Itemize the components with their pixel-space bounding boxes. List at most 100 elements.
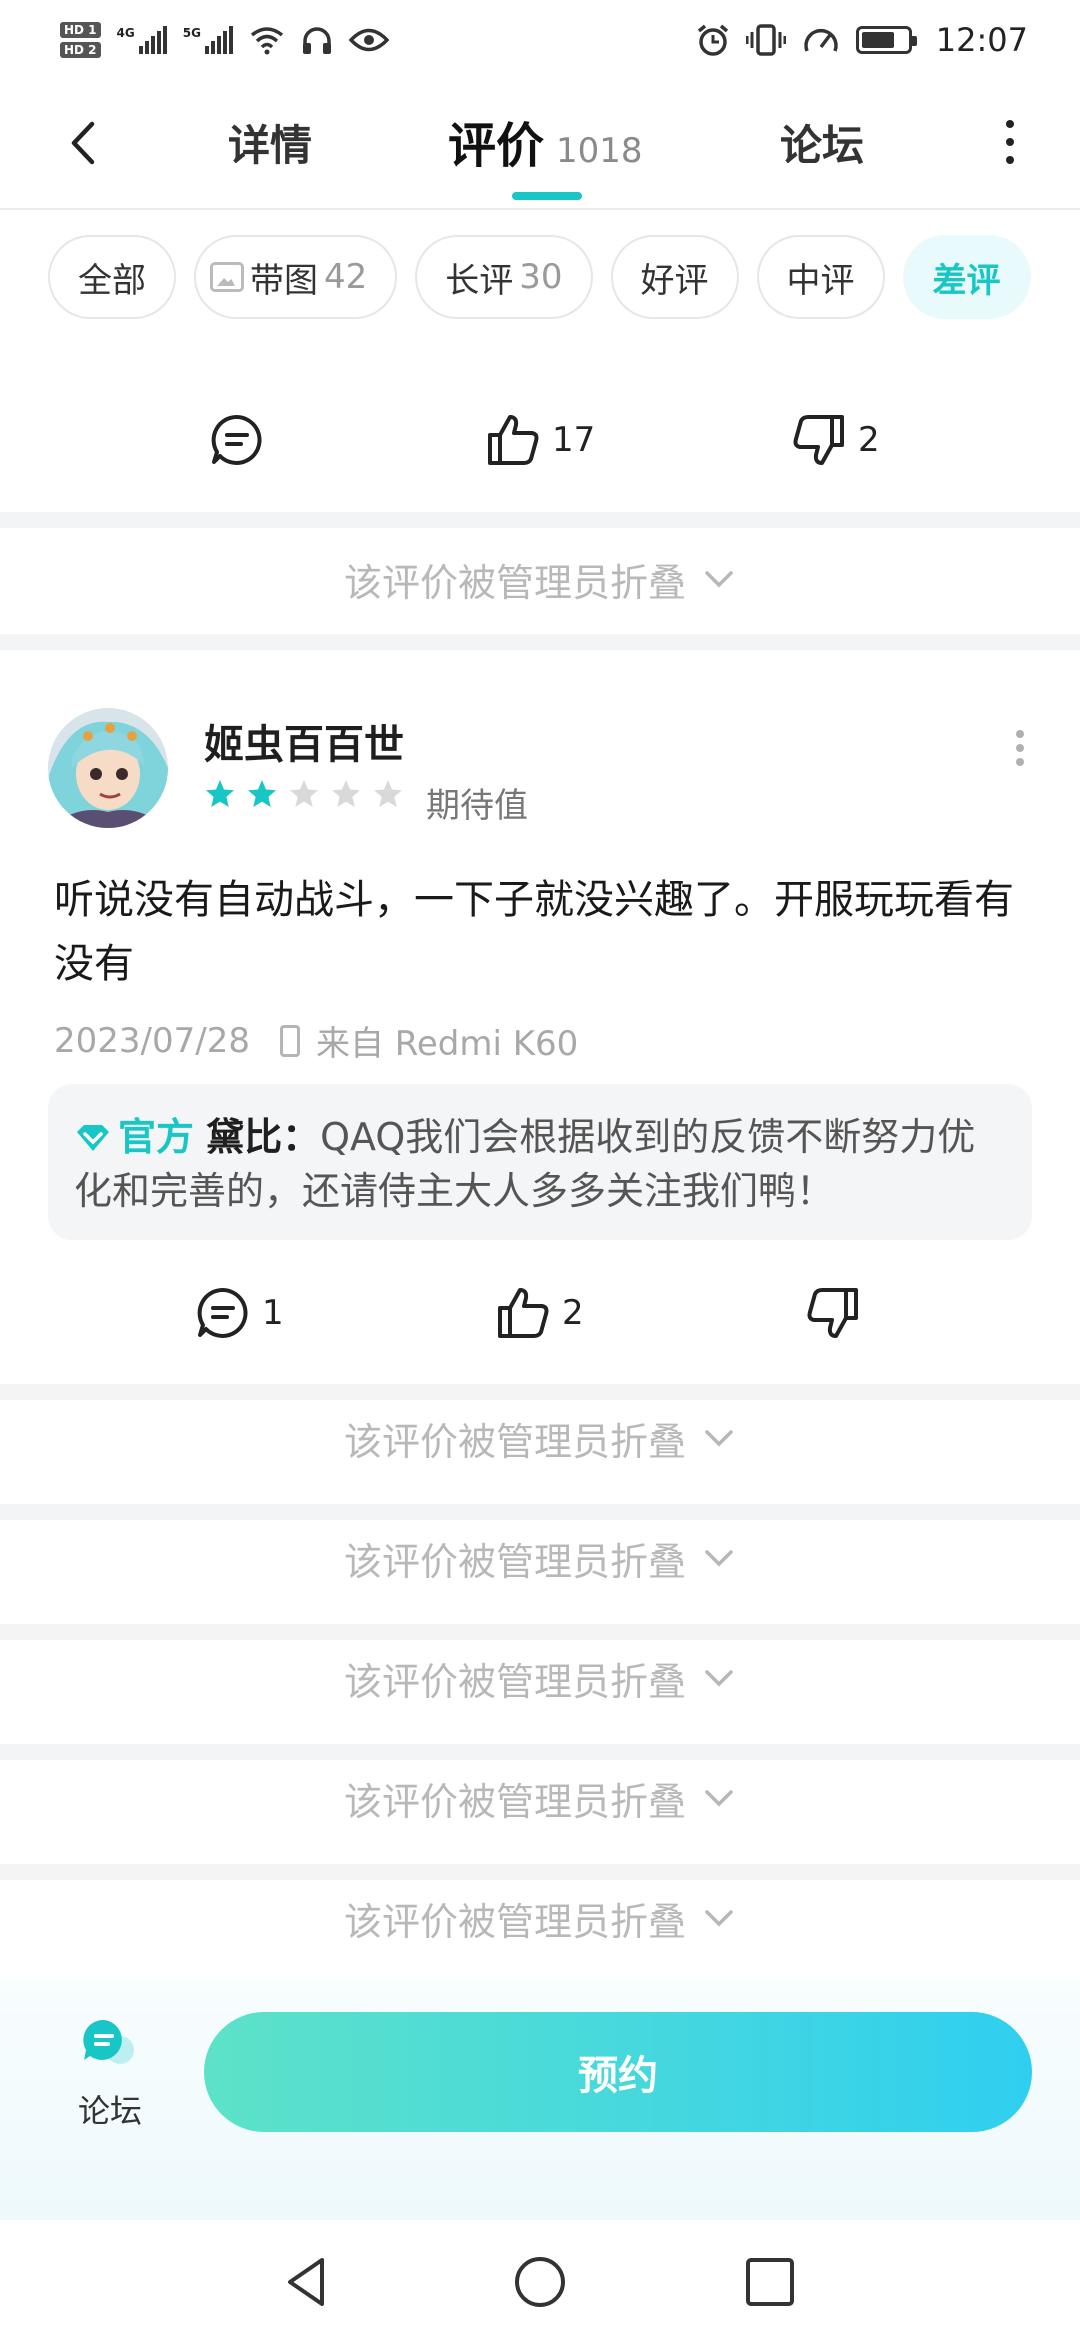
chevron-down-icon xyxy=(705,1550,733,1567)
star-rating xyxy=(204,778,404,810)
thumbs-down-icon xyxy=(793,415,844,465)
avatar-image xyxy=(48,708,168,828)
review-count: 1018 xyxy=(556,131,643,171)
clock: 12:07 xyxy=(935,21,1028,59)
separator xyxy=(0,1744,1080,1760)
separator xyxy=(0,1384,1080,1400)
chevron-down-icon xyxy=(705,571,733,588)
battery-icon xyxy=(855,26,917,54)
status-right: 12:07 xyxy=(696,21,1028,59)
folded-review[interactable]: 该评价被管理员折叠 xyxy=(0,1400,1080,1476)
folded-review[interactable]: 该评价被管理员折叠 xyxy=(0,1760,1080,1836)
folded-review[interactable]: 该评价被管理员折叠 xyxy=(0,1520,1080,1596)
thumbs-down-icon xyxy=(807,1288,858,1338)
hd2-badge: HD 2 xyxy=(60,42,101,58)
username[interactable]: 姬虫百百世 xyxy=(204,712,404,770)
review-meta: 2023/07/28 来自 Redmi K60 xyxy=(54,1016,578,1065)
filter-negative[interactable]: 差评 xyxy=(902,235,1031,319)
star-empty-icon xyxy=(374,780,402,807)
dislike-count: 2 xyxy=(858,420,880,460)
vibrate-icon xyxy=(745,24,786,56)
chevron-down-icon xyxy=(705,1430,733,1447)
phone-icon xyxy=(279,1024,300,1057)
separator xyxy=(0,1864,1080,1880)
avatar[interactable] xyxy=(48,708,168,828)
top-nav: 详情 评价 1018 论坛 xyxy=(0,80,1080,210)
review-actions-previous: 17 2 xyxy=(0,395,1080,485)
back-arrow-icon[interactable] xyxy=(60,118,110,168)
separator xyxy=(0,512,1080,528)
review-actions: 1 2 xyxy=(0,1268,1080,1358)
hd-indicator: HD 1 HD 2 xyxy=(60,22,101,58)
folded-review[interactable]: 该评价被管理员折叠 xyxy=(0,1880,1080,1956)
system-nav-bar xyxy=(0,2220,1080,2340)
separator xyxy=(0,1624,1080,1640)
review-filter-chips: 全部 带图 42 长评 30 好评 中评 差评 xyxy=(0,235,1080,319)
chevron-down-icon xyxy=(705,1790,733,1807)
tab-forum[interactable]: 论坛 xyxy=(780,112,864,173)
chevron-down-icon xyxy=(705,1670,733,1687)
thumbs-up-icon xyxy=(498,1288,549,1338)
star-filled-icon xyxy=(206,780,234,807)
rating-label: 期待值 xyxy=(426,786,528,826)
comment-icon xyxy=(197,1287,248,1338)
signal-4g-icon: 4G xyxy=(117,26,167,54)
forum-icon xyxy=(83,2019,134,2064)
tab-reviews-label: 评价 xyxy=(448,118,545,174)
headphones-icon xyxy=(302,27,331,54)
tab-detail[interactable]: 详情 xyxy=(228,112,312,173)
official-badge: 官方 xyxy=(118,1115,195,1159)
nav-home-icon[interactable] xyxy=(512,2254,568,2310)
eye-icon xyxy=(348,28,389,52)
folded-review[interactable]: 该评价被管理员折叠 xyxy=(0,1640,1080,1716)
review-text: 听说没有自动战斗，一下子就没兴趣了。开服玩玩看有没有 xyxy=(54,877,1014,987)
filter-long[interactable]: 长评 30 xyxy=(415,235,593,319)
filter-with-images[interactable]: 带图 42 xyxy=(194,235,398,319)
signal-5g-icon: 5G xyxy=(183,26,233,54)
reply-separator: ： xyxy=(282,1115,321,1159)
alarm-icon xyxy=(697,24,728,56)
folded-review[interactable]: 该评价被管理员折叠 xyxy=(0,528,1080,630)
forum-label: 论坛 xyxy=(77,2092,142,2130)
dislike-button[interactable]: 2 xyxy=(790,395,880,485)
chevron-down-icon xyxy=(705,1910,733,1927)
dislike-button[interactable] xyxy=(804,1268,862,1358)
official-reply[interactable]: 官方 黛比：QAQ我们会根据收到的反馈不断努力优化和完善的，还请侍主大人多多关注… xyxy=(48,1084,1032,1240)
review-date: 2023/07/28 xyxy=(54,1020,250,1061)
star-empty-icon xyxy=(332,780,360,807)
forum-shortcut[interactable]: 论坛 xyxy=(70,2016,150,2132)
wifi-icon xyxy=(250,27,284,55)
like-count: 17 xyxy=(552,420,596,460)
separator xyxy=(0,634,1080,650)
comment-count: 1 xyxy=(262,1293,284,1333)
more-options-icon[interactable] xyxy=(1002,120,1018,164)
nav-recents-icon[interactable] xyxy=(742,2254,798,2310)
filter-all[interactable]: 全部 xyxy=(48,235,176,319)
status-left: HD 1 HD 2 4G 5G xyxy=(60,22,389,58)
hd1-badge: HD 1 xyxy=(60,22,101,38)
like-button[interactable]: 17 xyxy=(484,395,595,485)
reserve-button[interactable]: 预约 xyxy=(204,2012,1032,2132)
filter-positive[interactable]: 好评 xyxy=(610,235,739,319)
active-tab-indicator xyxy=(512,192,582,200)
separator xyxy=(0,1504,1080,1520)
speedometer-icon xyxy=(804,28,838,52)
comment-icon xyxy=(211,414,262,465)
diamond-icon xyxy=(77,1125,109,1151)
tab-reviews[interactable]: 评价 1018 xyxy=(448,106,643,176)
nav-back-icon[interactable] xyxy=(280,2254,336,2310)
image-icon xyxy=(210,262,244,292)
reply-author: 黛比 xyxy=(206,1115,283,1159)
comment-button[interactable] xyxy=(208,395,266,485)
filter-neutral[interactable]: 中评 xyxy=(756,235,885,319)
like-count: 2 xyxy=(562,1293,584,1333)
comment-button[interactable]: 1 xyxy=(194,1268,284,1358)
star-filled-icon xyxy=(248,780,276,807)
thumbs-up-icon xyxy=(488,415,539,465)
star-empty-icon xyxy=(290,780,318,807)
like-button[interactable]: 2 xyxy=(494,1268,584,1358)
review-device: 来自 Redmi K60 xyxy=(315,1024,579,1064)
bottom-action-bar: 论坛 预约 xyxy=(0,1980,1080,2220)
review-more-icon[interactable] xyxy=(1014,730,1026,766)
status-bar: HD 1 HD 2 4G 5G 12:07 xyxy=(0,0,1080,80)
